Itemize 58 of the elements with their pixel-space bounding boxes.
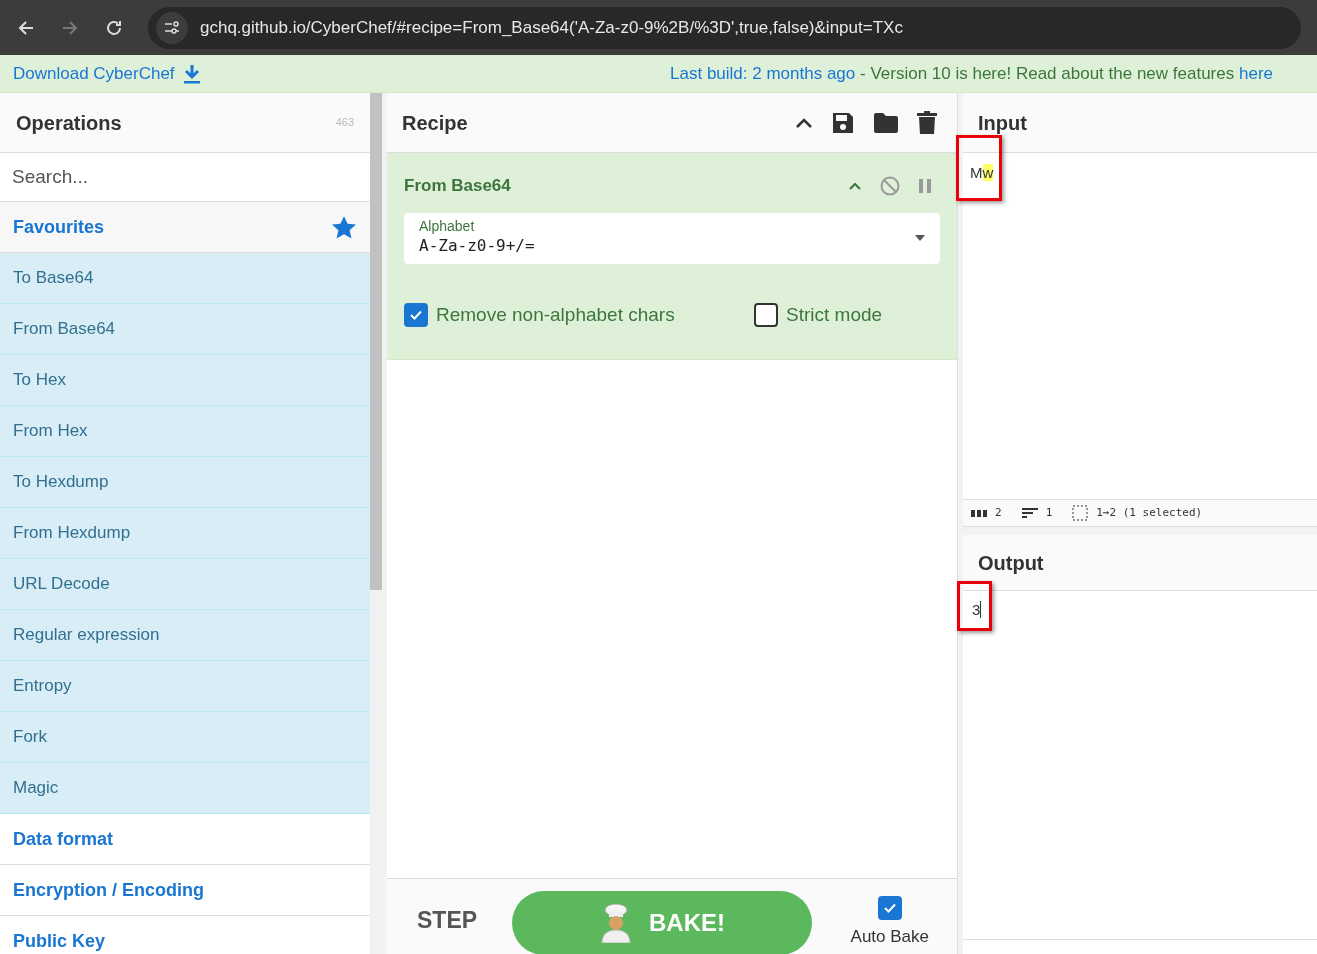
category-label: Data format (13, 827, 114, 851)
build-notice: Last build: 2 months ago - Version 10 is here! Read about the new features here (670, 62, 1274, 85)
download-link[interactable]: Download CyberChef (13, 60, 201, 87)
checkbox-label: Strict mode (786, 302, 883, 327)
address-bar[interactable]: gchq.github.io/CyberChef/#recipe=From_Base64('A-Za-z0-9%2B/%3D',true,false)&input=TXc (148, 6, 1301, 49)
checkbox[interactable] (404, 302, 428, 327)
url-text: gchq.github.io/CyberChef/#recipe=From_Base64('A-Za-z0-9%2B/%3D',true,false)&input=TXc (200, 16, 903, 39)
operation-item[interactable]: Magic (0, 763, 370, 814)
scrollbar-thumb[interactable] (370, 93, 382, 590)
line-count: 1 (1045, 504, 1053, 521)
selection-info: 1→2 (1 selected) (1096, 504, 1203, 521)
operation-item[interactable]: Fork (0, 712, 370, 763)
category-label: Encryption / Encoding (13, 878, 204, 902)
chef-icon (599, 902, 633, 943)
operation-count: 463 (335, 115, 354, 131)
checkbox-label: Auto Bake (850, 925, 929, 948)
field-value: A-Za-z0-9+/= (419, 235, 535, 257)
lines-icon (1021, 508, 1038, 518)
operation-item[interactable]: From Base64 (0, 304, 370, 355)
highlight-box (956, 135, 1002, 201)
length-icon (971, 509, 987, 517)
bake-button[interactable]: BAKE! (512, 890, 812, 954)
output-text: 3 (972, 601, 982, 618)
panel-title: Operations (16, 110, 122, 136)
checkbox[interactable] (754, 302, 778, 327)
folder-icon[interactable] (873, 111, 899, 134)
category-label: Favourites (13, 215, 105, 239)
operation-item[interactable]: To Base64 (0, 253, 370, 304)
operation-item[interactable]: Entropy (0, 661, 370, 712)
features-link[interactable]: here (1238, 63, 1273, 83)
category-header[interactable]: Favourites (0, 202, 370, 253)
panel-title: Output (978, 550, 1044, 576)
operation-item[interactable]: From Hex (0, 406, 370, 457)
trash-icon[interactable] (917, 110, 937, 135)
star-icon (331, 214, 357, 240)
site-info-icon[interactable] (156, 11, 188, 44)
panel-title: Input (978, 110, 1027, 136)
download-icon (182, 63, 201, 84)
operation-title: From Base64 (404, 175, 511, 197)
chevron-up-icon[interactable] (795, 116, 813, 129)
field-label: Alphabet (419, 218, 476, 234)
highlight-box (957, 581, 992, 631)
step-button[interactable]: STEP (417, 903, 512, 938)
length-count: 2 (995, 504, 1002, 521)
category-label: Public Key (13, 929, 106, 953)
auto-bake-checkbox[interactable] (877, 895, 902, 920)
operation-item[interactable]: To Hex (0, 355, 370, 406)
caret-icon (915, 235, 925, 241)
operation-item[interactable]: Regular expression (0, 610, 370, 661)
last-build-link[interactable]: Last build: 2 months ago (670, 63, 856, 83)
checkbox-label: Remove non-alphabet chars (436, 302, 675, 327)
operation-item[interactable]: To Hexdump (0, 457, 370, 508)
panel-title: Recipe (402, 110, 468, 136)
operation-item[interactable]: From Hexdump (0, 508, 370, 559)
operation-item[interactable]: URL Decode (0, 559, 370, 610)
save-icon[interactable] (831, 110, 855, 135)
alphabet-dropdown[interactable]: Alphabet A-Za-z0-9+/= (404, 212, 940, 264)
selection-icon (1072, 505, 1089, 521)
